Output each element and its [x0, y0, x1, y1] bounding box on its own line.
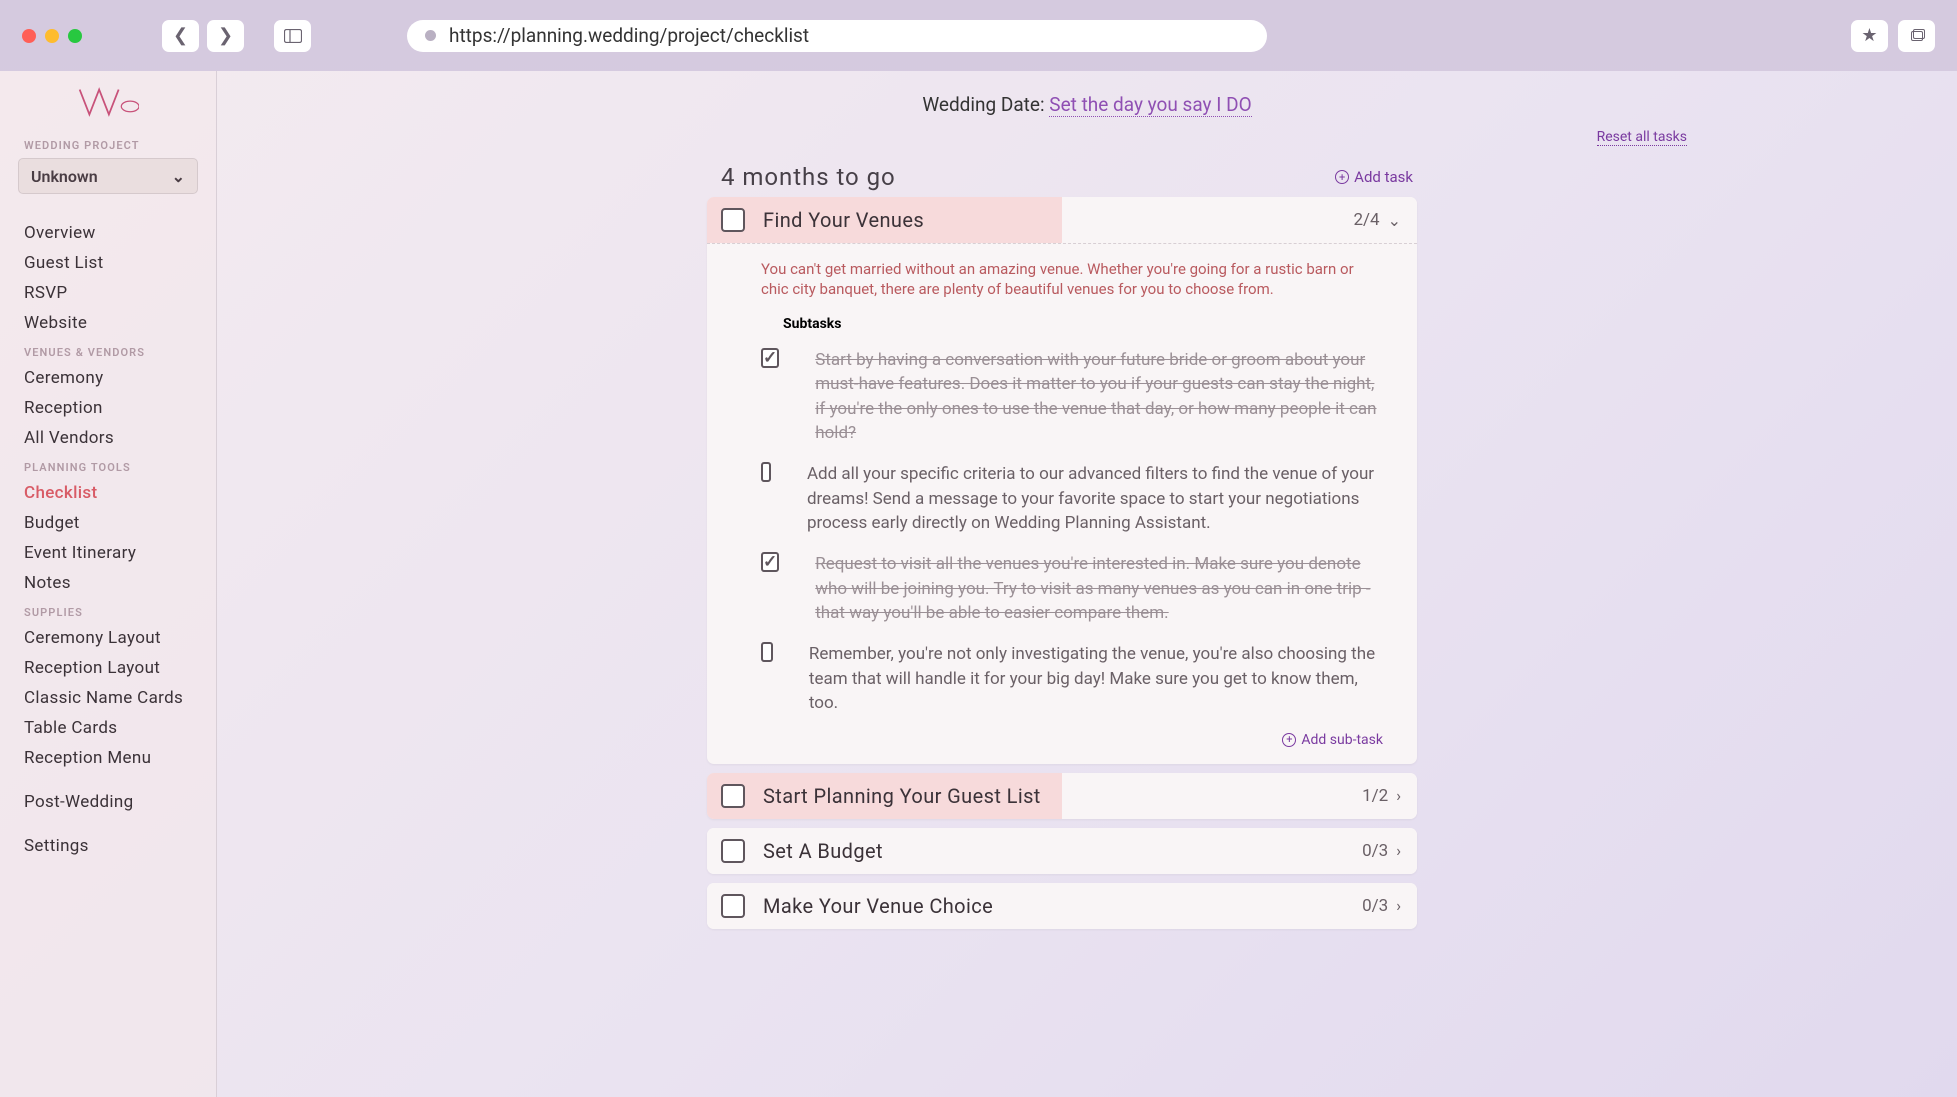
subtask-text: Add all your specific criteria to our ad…: [807, 462, 1377, 536]
project-selected-name: Unknown: [31, 167, 98, 186]
task-title: Make Your Venue Choice: [763, 894, 993, 918]
sidebar-item-overview[interactable]: Overview: [0, 218, 216, 248]
task-title: Start Planning Your Guest List: [763, 784, 1041, 808]
task-checkbox[interactable]: [721, 208, 745, 232]
sidebar-item-checklist[interactable]: Checklist: [0, 478, 216, 508]
task-card: Set A Budget 0/3›: [707, 828, 1417, 874]
plus-icon: +: [1335, 170, 1349, 184]
task-checkbox[interactable]: [721, 894, 745, 918]
site-identity-icon: [425, 30, 436, 41]
task-blurb: You can't get married without an amazing…: [761, 259, 1377, 300]
sidebar-item-reception[interactable]: Reception: [0, 393, 216, 423]
subtask-row: Add all your specific criteria to our ad…: [761, 462, 1377, 536]
subtask-text: Request to visit all the venues you're i…: [815, 552, 1377, 626]
chevron-down-icon: ⌄: [172, 167, 185, 186]
task-card: Make Your Venue Choice 0/3›: [707, 883, 1417, 929]
task-header[interactable]: Make Your Venue Choice 0/3›: [707, 883, 1417, 929]
task-header[interactable]: Set A Budget 0/3›: [707, 828, 1417, 874]
task-card: Find Your Venues 2/4⌄ You can't get marrie…: [707, 197, 1417, 764]
task-body: You can't get married without an amazing…: [707, 243, 1417, 764]
forward-button[interactable]: ❯: [207, 20, 244, 52]
sidebar-item-rsvp[interactable]: RSVP: [0, 278, 216, 308]
url-text: https://planning.wedding/project/checkli…: [449, 24, 809, 47]
zoom-window[interactable]: [68, 29, 82, 43]
task-counter: 0/3: [1362, 841, 1396, 861]
task-header[interactable]: Find Your Venues 2/4⌄: [707, 197, 1417, 243]
task-counter: 1/2: [1362, 786, 1396, 806]
add-subtask-label: Add sub-task: [1301, 732, 1383, 748]
sidebar-item-event-itinerary[interactable]: Event Itinerary: [0, 538, 216, 568]
tabs-icon: [1909, 29, 1925, 43]
sidebar-item-ceremony-layout[interactable]: Ceremony Layout: [0, 623, 216, 653]
task-checkbox[interactable]: [721, 839, 745, 863]
task-checkbox[interactable]: [721, 784, 745, 808]
subtask-row: Request to visit all the venues you're i…: [761, 552, 1377, 626]
subtask-row: Remember, you're not only investigating …: [761, 642, 1377, 716]
subtask-checkbox[interactable]: [761, 552, 779, 572]
sidebar-item-reception-menu[interactable]: Reception Menu: [0, 743, 216, 773]
add-subtask-button[interactable]: + Add sub-task: [761, 732, 1383, 748]
sidebar-item-classic-name-cards[interactable]: Classic Name Cards: [0, 683, 216, 713]
sidebar-section-label: VENUES & VENDORS: [0, 338, 216, 363]
close-window[interactable]: [22, 29, 36, 43]
chevron-right-icon: ›: [1396, 841, 1401, 860]
sidebar-item-reception-layout[interactable]: Reception Layout: [0, 653, 216, 683]
sidebar-item-settings[interactable]: Settings: [0, 831, 216, 861]
sidebar-item-website[interactable]: Website: [0, 308, 216, 338]
task-counter: 0/3: [1362, 896, 1396, 916]
add-task-button[interactable]: + Add task: [1335, 168, 1413, 186]
sidebar: WEDDING PROJECT Unknown ⌄ OverviewGuest …: [0, 71, 217, 1097]
task-header[interactable]: Start Planning Your Guest List 1/2›: [707, 773, 1417, 819]
set-wedding-date-link[interactable]: Set the day you say I DO: [1049, 93, 1251, 117]
bucket-title: 4 months to go: [721, 163, 896, 191]
sidebar-section-label: WEDDING PROJECT: [0, 131, 216, 156]
bookmark-button[interactable]: ★: [1851, 20, 1888, 52]
task-counter: 2/4: [1353, 210, 1387, 230]
sidebar-item-notes[interactable]: Notes: [0, 568, 216, 598]
logo: [0, 83, 216, 131]
subtask-text: Remember, you're not only investigating …: [809, 642, 1377, 716]
add-task-label: Add task: [1354, 168, 1413, 186]
main-content: Wedding Date: Set the day you say I DO R…: [217, 71, 1957, 1097]
plus-icon: +: [1282, 733, 1296, 747]
task-title: Find Your Venues: [763, 208, 924, 232]
sidebar-section-label: PLANNING TOOLS: [0, 453, 216, 478]
sidebar-icon: [284, 29, 302, 43]
sidebar-item-budget[interactable]: Budget: [0, 508, 216, 538]
wedding-date-prefix: Wedding Date:: [922, 93, 1049, 116]
browser-chrome: ❮ ❯ https://planning.wedding/project/che…: [0, 0, 1957, 71]
tabs-button[interactable]: [1898, 20, 1935, 52]
chevron-right-icon: ›: [1396, 896, 1401, 915]
chevron-down-icon: ⌄: [1388, 211, 1401, 230]
back-button[interactable]: ❮: [162, 20, 199, 52]
sidebar-section-label: SUPPLIES: [0, 598, 216, 623]
window-controls: [22, 29, 82, 43]
task-card: Start Planning Your Guest List 1/2›: [707, 773, 1417, 819]
subtask-checkbox[interactable]: [761, 642, 773, 662]
project-selector[interactable]: Unknown ⌄: [18, 158, 198, 194]
subtasks-heading: Subtasks: [783, 316, 1377, 332]
reset-all-tasks-link[interactable]: Reset all tasks: [1597, 129, 1687, 146]
chevron-right-icon: ›: [1396, 786, 1401, 805]
sidebar-item-ceremony[interactable]: Ceremony: [0, 363, 216, 393]
sidebar-item-table-cards[interactable]: Table Cards: [0, 713, 216, 743]
subtask-text: Start by having a conversation with your…: [815, 348, 1377, 447]
subtask-row: Start by having a conversation with your…: [761, 348, 1377, 447]
subtask-checkbox[interactable]: [761, 348, 779, 368]
minimize-window[interactable]: [45, 29, 59, 43]
sidebar-item-guest-list[interactable]: Guest List: [0, 248, 216, 278]
task-title: Set A Budget: [763, 839, 883, 863]
toggle-sidebar-button[interactable]: [274, 20, 311, 52]
wedding-date-row: Wedding Date: Set the day you say I DO: [217, 71, 1957, 122]
subtask-checkbox[interactable]: [761, 462, 771, 482]
sidebar-item-all-vendors[interactable]: All Vendors: [0, 423, 216, 453]
address-bar[interactable]: https://planning.wedding/project/checkli…: [407, 20, 1267, 52]
sidebar-item-post-wedding[interactable]: Post-Wedding: [0, 787, 216, 817]
